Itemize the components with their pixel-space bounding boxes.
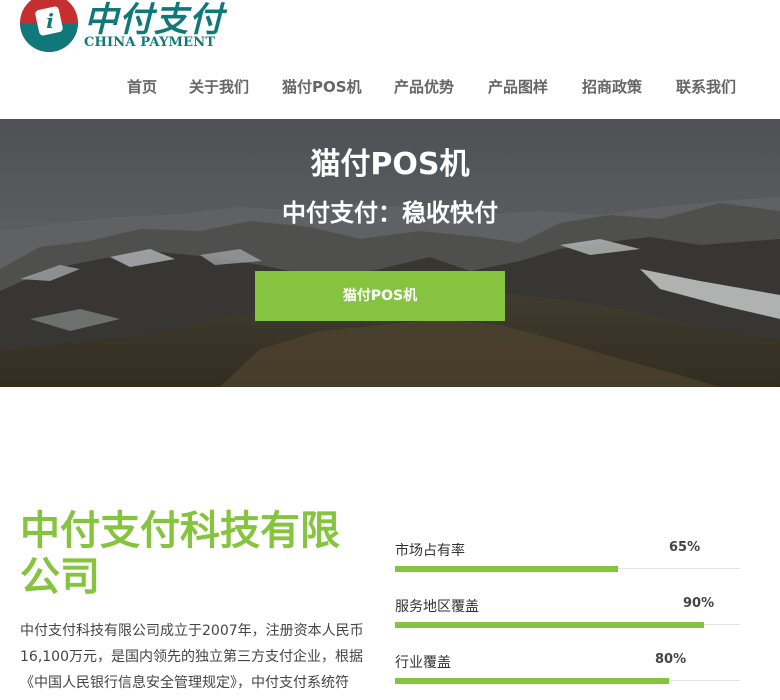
stat-progress-bar [395, 678, 669, 684]
stat-market-share: 市场占有率 65% [395, 540, 740, 580]
company-description: 中付支付科技有限公司成立于2007年，注册资本人民币16,100万元，是国内领先… [20, 623, 364, 691]
page: i 中付支付 CHINA PAYMENT 首页 关于我们 猫付POS机 产品优势… [0, 0, 780, 700]
logo-emblem-icon: i [20, 0, 78, 52]
nav-item-pos[interactable]: 猫付POS机 [282, 76, 362, 97]
hero-banner: 猫付POS机 中付支付：稳收快付 猫付POS机 [0, 119, 780, 387]
stat-industry-coverage: 行业覆盖 80% [395, 652, 740, 692]
hero-title: 猫付POS机 [310, 147, 470, 182]
nav-item-franchise[interactable]: 招商政策 [582, 76, 642, 97]
stat-progress-bar [395, 566, 618, 572]
stat-label: 行业覆盖 [395, 655, 451, 671]
stat-label: 服务地区覆盖 [395, 599, 479, 615]
hero-subtitle: 中付支付：稳收快付 [282, 199, 498, 227]
company-title: 中付支付科技有限公司 [20, 508, 340, 600]
stat-region-coverage: 服务地区覆盖 90% [395, 596, 740, 636]
stat-value: 80% [655, 652, 687, 667]
brand-logo[interactable]: i 中付支付 CHINA PAYMENT [20, 0, 230, 56]
logo-emblem-glyph: i [46, 9, 54, 33]
stat-label: 市场占有率 [395, 543, 465, 559]
site-header: i 中付支付 CHINA PAYMENT 首页 关于我们 猫付POS机 产品优势… [0, 0, 780, 119]
nav-item-about[interactable]: 关于我们 [189, 76, 249, 97]
nav-item-advantages[interactable]: 产品优势 [394, 76, 454, 97]
hero-cta-button[interactable]: 猫付POS机 [255, 271, 505, 321]
nav-item-home[interactable]: 首页 [127, 76, 157, 97]
stat-progress-bar [395, 622, 704, 628]
nav-item-samples[interactable]: 产品图样 [488, 76, 548, 97]
stat-value: 90% [683, 596, 715, 611]
stat-value: 65% [669, 540, 701, 555]
logo-english-name: CHINA PAYMENT [84, 35, 216, 50]
main-nav: 首页 关于我们 猫付POS机 产品优势 产品图样 招商政策 联系我们 [0, 76, 780, 98]
nav-item-contact[interactable]: 联系我们 [676, 76, 736, 97]
